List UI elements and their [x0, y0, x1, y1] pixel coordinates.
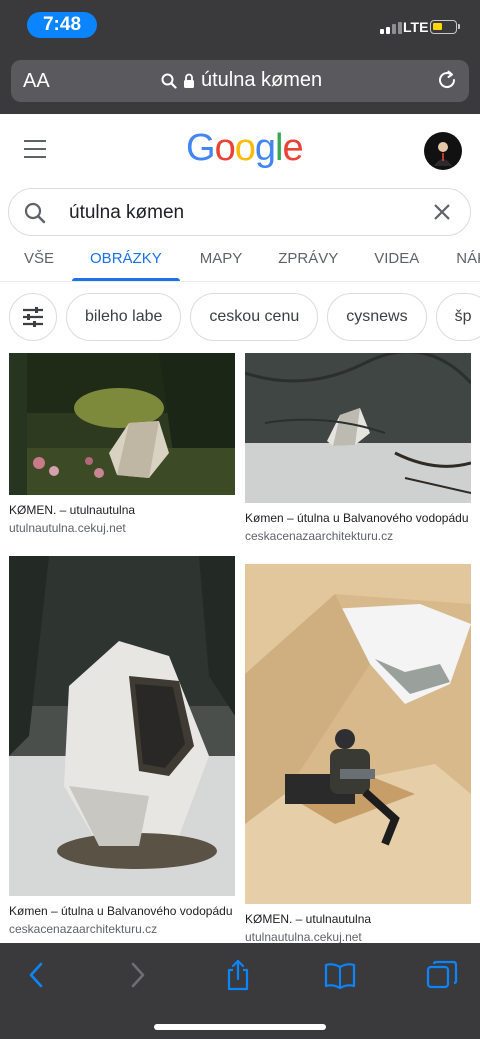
tab-videos[interactable]: VIDEA	[374, 238, 419, 281]
google-header: Google	[0, 114, 480, 184]
address-bar[interactable]: AA útulna kømen	[11, 60, 469, 102]
search-input[interactable]: útulna kømen	[8, 188, 471, 236]
browser-bottom-toolbar	[0, 943, 480, 1039]
image-result[interactable]: KØMEN. – utulnautulna utulnautulna.cekuj…	[245, 564, 471, 944]
result-source[interactable]: ceskacenazaarchitekturu.cz	[245, 529, 471, 543]
avatar[interactable]	[424, 132, 462, 170]
google-logo[interactable]: Google	[186, 127, 304, 170]
chip-bileho-labe[interactable]: bileho labe	[66, 293, 182, 341]
back-icon[interactable]	[20, 958, 54, 992]
result-title[interactable]: KØMEN. – utulnautulna	[245, 912, 471, 926]
tab-news[interactable]: ZPRÁVY	[278, 238, 338, 281]
suggestion-chips: bileho labe ceskou cenu cysnews šp	[0, 293, 480, 343]
image-result[interactable]: Kømen – útulna u Balvanového vodopádu ce…	[9, 556, 235, 936]
status-time[interactable]: 7:48	[27, 12, 97, 38]
result-thumbnail[interactable]	[9, 556, 235, 896]
result-source[interactable]: utulnautulna.cekuj.net	[245, 930, 471, 944]
forward-icon[interactable]	[120, 958, 154, 992]
result-thumbnail[interactable]	[9, 353, 235, 495]
result-thumbnail[interactable]	[245, 564, 471, 904]
search-icon[interactable]	[23, 201, 47, 225]
chip-cysnews[interactable]: cysnews	[327, 293, 427, 341]
network-type: LTE	[403, 19, 429, 35]
tabs-icon[interactable]	[425, 958, 459, 992]
reload-icon[interactable]	[435, 68, 459, 92]
result-thumbnail[interactable]	[245, 353, 471, 503]
text-size-button[interactable]: AA	[23, 70, 50, 93]
close-icon[interactable]	[432, 202, 452, 222]
result-source[interactable]: ceskacenazaarchitekturu.cz	[9, 922, 235, 936]
tab-maps[interactable]: MAPY	[200, 238, 243, 281]
image-result[interactable]: Kømen – útulna u Balvanového vodopádu ce…	[245, 353, 471, 543]
lock-icon	[184, 73, 194, 88]
tab-images[interactable]: OBRÁZKY	[72, 238, 180, 281]
browser-toolbar: AA útulna kømen	[0, 50, 480, 114]
status-bar: 7:48 LTE	[0, 0, 480, 50]
image-result[interactable]: KØMEN. – utulnautulna utulnautulna.cekuj…	[9, 353, 235, 535]
result-source[interactable]: utulnautulna.cekuj.net	[9, 521, 235, 535]
search-icon	[161, 73, 177, 89]
home-indicator[interactable]	[154, 1024, 326, 1030]
share-icon[interactable]	[221, 958, 255, 992]
result-title[interactable]: Kømen – útulna u Balvanového vodopádu	[245, 511, 471, 525]
result-title[interactable]: KØMEN. – utulnautulna	[9, 503, 235, 517]
cellular-signal-icon	[380, 22, 402, 34]
tune-icon	[23, 307, 43, 327]
hamburger-menu-icon[interactable]	[24, 140, 46, 158]
result-title[interactable]: Kømen – útulna u Balvanového vodopádu	[9, 904, 235, 918]
chip-sp[interactable]: šp	[435, 293, 480, 341]
tab-all[interactable]: VŠE	[24, 238, 54, 281]
bookmarks-icon[interactable]	[323, 958, 357, 992]
chip-ceskou-cenu[interactable]: ceskou cenu	[190, 293, 319, 341]
search-query[interactable]: útulna kømen	[69, 202, 184, 224]
url-text: útulna kømen	[201, 69, 323, 91]
search-tabs: VŠE OBRÁZKY MAPY ZPRÁVY VIDEA NÁKU	[0, 238, 480, 282]
tab-shopping[interactable]: NÁKU	[456, 238, 480, 281]
filter-button[interactable]	[9, 293, 57, 341]
battery-icon	[430, 20, 460, 34]
